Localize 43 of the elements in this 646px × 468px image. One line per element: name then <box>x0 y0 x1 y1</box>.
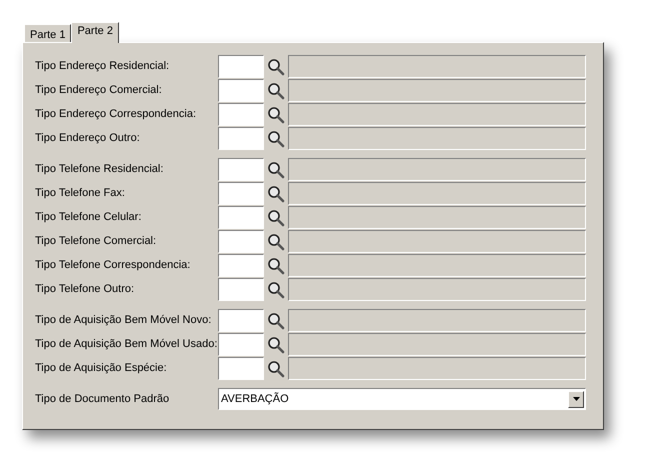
code-input[interactable] <box>218 206 264 229</box>
search-icon[interactable] <box>267 160 285 178</box>
tab[interactable]: Parte 1 <box>24 24 72 42</box>
code-input[interactable] <box>218 230 264 253</box>
field-label: Tipo Endereço Comercial: <box>35 83 163 98</box>
code-input[interactable] <box>218 254 264 277</box>
search-icon[interactable] <box>267 256 285 274</box>
search-icon[interactable] <box>267 58 285 76</box>
search-icon[interactable] <box>267 184 285 202</box>
code-input[interactable] <box>218 79 264 102</box>
search-icon[interactable] <box>267 232 285 250</box>
field-label: Tipo Telefone Residencial: <box>35 162 164 178</box>
code-input[interactable] <box>218 278 264 301</box>
field-label: Tipo Telefone Comercial: <box>35 234 158 250</box>
search-icon[interactable] <box>267 208 285 226</box>
field-label: Tipo Telefone Outro: <box>35 282 136 298</box>
code-input[interactable] <box>218 103 264 126</box>
code-input[interactable] <box>218 309 264 332</box>
field-label: Tipo de Aquisição Bem Móvel Usado: <box>35 337 218 352</box>
code-input[interactable] <box>218 182 264 205</box>
document-type-dropdown[interactable]: AVERBAÇÃO <box>218 388 586 410</box>
search-icon[interactable] <box>267 280 285 298</box>
code-input[interactable] <box>218 127 264 150</box>
field-label: Tipo de Aquisição Bem Móvel Novo: <box>35 313 212 328</box>
field-label: Tipo Telefone Celular: <box>35 210 142 226</box>
code-input[interactable] <box>218 55 264 78</box>
code-input[interactable] <box>218 357 264 380</box>
tab[interactable]: Parte 2 <box>71 22 119 43</box>
field-label: Tipo de Documento Padrão <box>35 392 170 407</box>
search-icon[interactable] <box>267 312 285 330</box>
field-label: Tipo Telefone Fax: <box>35 186 126 202</box>
code-input[interactable] <box>218 158 264 181</box>
field-label: Tipo de Aquisição Espécie: <box>35 361 168 376</box>
field-label: Tipo Endereço Residencial: <box>35 59 170 74</box>
code-input[interactable] <box>218 333 264 356</box>
field-label: Tipo Endereço Correspondencia: <box>35 107 198 122</box>
field-label: Tipo Telefone Correspondencia: <box>35 258 192 274</box>
search-icon[interactable] <box>267 336 285 354</box>
field-label: Tipo Endereço Outro: <box>35 131 141 146</box>
search-icon[interactable] <box>267 130 285 148</box>
search-icon[interactable] <box>267 106 285 124</box>
search-icon[interactable] <box>267 82 285 100</box>
search-icon[interactable] <box>267 360 285 378</box>
